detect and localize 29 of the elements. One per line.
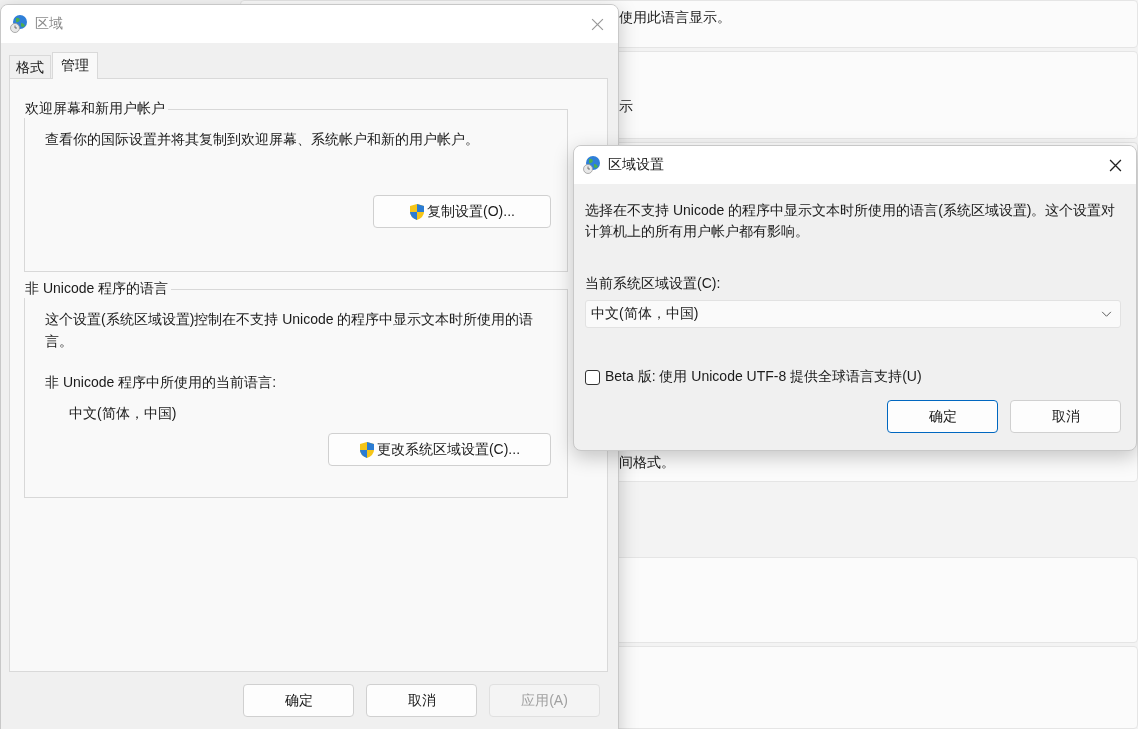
description-text: 选择在不支持 Unicode 的程序中显示文本时所使用的语言(系统区域设置)。这个设置对计算机上的所有用户帐户都有影响。 bbox=[585, 201, 1117, 241]
locale-dropdown[interactable]: 中文(简体，中国) bbox=[585, 300, 1121, 328]
chevron-down-icon bbox=[1101, 310, 1112, 318]
window-title: 区域 bbox=[35, 15, 63, 33]
description-text: 查看你的国际设置并将其复制到欢迎屏幕、系统帐户和新的用户帐户。 bbox=[45, 130, 480, 149]
tab[interactable]: 格式 bbox=[9, 55, 51, 78]
current-language-value: 中文(简体，中国) bbox=[68, 404, 178, 423]
description-text: 这个设置(系统区域设置)控制在不支持 Unicode 的程序中显示文本时所使用的语言。 bbox=[45, 310, 535, 351]
settings-text: 示 bbox=[619, 98, 633, 114]
settings-text: 使用此语言显示。 bbox=[619, 9, 731, 25]
group-title: 欢迎屏幕和新用户帐户 bbox=[24, 100, 166, 118]
shield-icon bbox=[358, 440, 375, 459]
current-language-label: 非 Unicode 程序中所使用的当前语言: bbox=[45, 373, 278, 392]
beta-checkbox[interactable]: Beta 版: 使用 Unicode UTF-8 提供全球语言支持(U) bbox=[585, 368, 1121, 386]
field-label: 当前系统区域设置(C): bbox=[585, 275, 722, 293]
globe-icon bbox=[9, 14, 29, 34]
dialog-button[interactable]: 取消 bbox=[366, 684, 477, 717]
dialog-button[interactable]: 确定 bbox=[243, 684, 354, 717]
tab[interactable]: 管理 bbox=[52, 52, 98, 79]
dialog-button[interactable]: 确定 bbox=[887, 400, 998, 433]
settings-text: 间格式。 bbox=[619, 454, 675, 470]
globe-icon bbox=[582, 155, 602, 175]
window-title: 区域设置 bbox=[608, 156, 664, 174]
group-title: 非 Unicode 程序的语言 bbox=[24, 280, 170, 298]
change-locale-button[interactable]: 更改系统区域设置(C)... bbox=[328, 433, 551, 466]
copy-settings-button[interactable]: 复制设置(O)... bbox=[373, 195, 551, 228]
shield-icon bbox=[409, 202, 426, 221]
dialog-button[interactable]: 取消 bbox=[1010, 400, 1121, 433]
checkbox[interactable] bbox=[585, 369, 600, 385]
